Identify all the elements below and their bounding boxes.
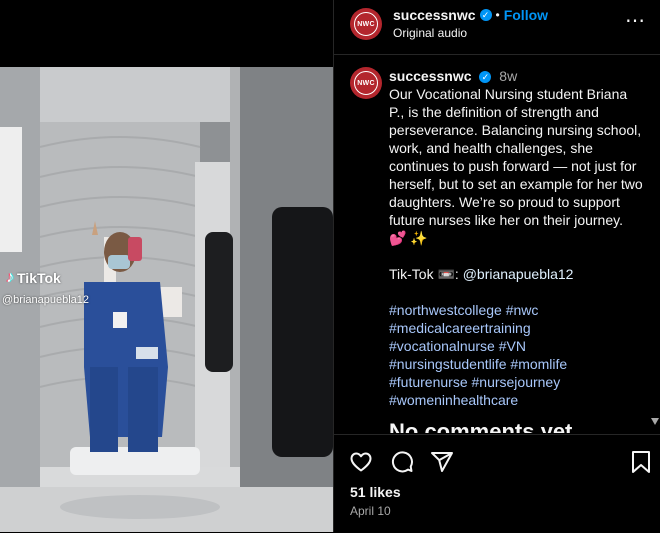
tiktok-mention-link[interactable]: @brianapuebla12 [463,266,574,282]
hashtag-line[interactable]: #nursingstudentlife #momlife [389,355,644,373]
scroll-down-arrow-icon[interactable] [651,418,659,425]
post-date[interactable]: April 10 [350,504,391,518]
likes-count[interactable]: 51 likes [350,484,401,500]
tiktok-logo-icon: ♪ [6,269,14,286]
actions-bar: 51 likes April 10 [334,434,660,533]
hashtag-line[interactable]: #futurenurse #nursejourney [389,373,644,391]
follow-button[interactable]: Follow [504,7,548,23]
tiktok-label: TikTok [17,270,61,286]
original-audio-link[interactable]: Original audio [393,26,467,40]
no-comments-heading: No comments yet [389,419,573,433]
caption-avatar[interactable]: NWC [350,67,382,99]
tiktok-handle: @brianapuebla12 [2,294,90,306]
tiktok-credit-prefix: Tik-Tok 📼: [389,266,463,282]
header-username[interactable]: successnwc [393,7,476,23]
comment-icon[interactable] [389,449,415,475]
post-header: NWC successnwc ✓ • Follow Original audio… [334,0,660,55]
caption-text: Our Vocational Nursing student Briana P.… [389,86,643,246]
post-side-panel: NWC successnwc ✓ • Follow Original audio… [333,0,660,532]
header-dot: • [495,8,500,22]
verified-badge-icon: ✓ [479,9,492,21]
bookmark-icon[interactable] [628,449,654,475]
hashtag-line[interactable]: #womeninhealthcare [389,391,644,409]
caption-verified-icon: ✓ [479,71,492,84]
post-media: ♪ TikTok @brianapuebla12 [0,0,333,532]
post-photo[interactable]: ♪ TikTok @brianapuebla12 [0,67,333,532]
hashtag-line[interactable]: #vocationalnurse #VN [389,337,644,355]
avatar[interactable]: NWC [350,8,382,40]
share-icon[interactable] [429,449,455,475]
hashtag-line[interactable]: #northwestcollege #nwc [389,301,644,319]
tiktok-credit-line: Tik-Tok 📼: @brianapuebla12 [389,265,644,283]
more-options-icon[interactable]: ⋯ [625,8,645,33]
heart-icon[interactable] [348,449,374,475]
caption-time[interactable]: 8w [499,68,517,84]
caption-username[interactable]: successnwc [389,68,472,84]
tiktok-watermark: ♪ TikTok [6,269,61,287]
hashtag-line[interactable]: #medicalcareertraining [389,319,644,337]
caption-section: NWC successnwc ✓ 8w Our Vocational Nursi… [334,55,660,433]
